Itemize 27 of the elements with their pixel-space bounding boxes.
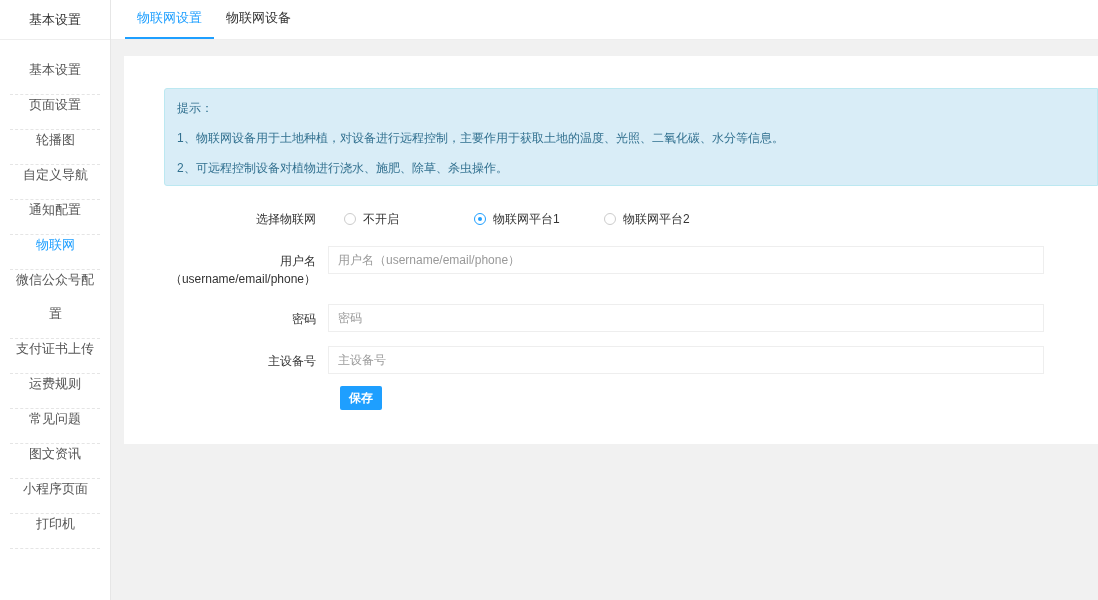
field-label: 选择物联网 (256, 212, 316, 226)
sidebar-title: 基本设置 (29, 10, 81, 29)
sidebar-item[interactable]: 通知配置 (10, 186, 100, 235)
sidebar-item[interactable]: 图文资讯 (10, 430, 100, 479)
radio-option[interactable]: 物联网平台2 (604, 210, 734, 228)
field-label: 密码 (291, 311, 316, 328)
sidebar-item[interactable]: 小程序页面 (10, 465, 100, 514)
sidebar-item[interactable]: 基本设置 (10, 46, 100, 95)
radio-option[interactable]: 物联网平台1 (474, 210, 604, 228)
notice-text: 1、物联网设备用于土地种植，对设备进行远程控制，主要作用于获取土地的温度、光照、二氧化碳、水分等信息。 (177, 130, 785, 147)
text-field[interactable]: 密码 (328, 304, 1044, 332)
sidebar-item[interactable]: 支付证书上传 (10, 325, 100, 374)
sidebar-item[interactable]: 轮播图 (10, 116, 100, 165)
sidebar-item[interactable]: 自定义导航 (10, 151, 100, 200)
sidebar-item[interactable]: 运费规则 (10, 360, 100, 409)
sidebar-item[interactable]: 微信公众号配置 (10, 256, 100, 339)
field-label: 主设备号 (267, 353, 316, 370)
notice-title: 提示： (177, 100, 214, 117)
radio-option[interactable]: 不开启 (344, 210, 474, 228)
sidebar-item[interactable]: 打印机 (10, 500, 100, 549)
tab[interactable]: 物联网设备 (214, 0, 303, 39)
field-label: 用户名（username/email/phone） (168, 253, 316, 288)
text-field[interactable]: 用户名（username/email/phone） (328, 246, 1044, 274)
text-field[interactable]: 主设备号 (328, 346, 1044, 374)
sidebar-item[interactable]: 页面设置 (10, 81, 100, 130)
notice-text: 2、可远程控制设备对植物进行浇水、施肥、除草、杀虫操作。 (177, 160, 509, 177)
sidebar-item[interactable]: 常见问题 (10, 395, 100, 444)
